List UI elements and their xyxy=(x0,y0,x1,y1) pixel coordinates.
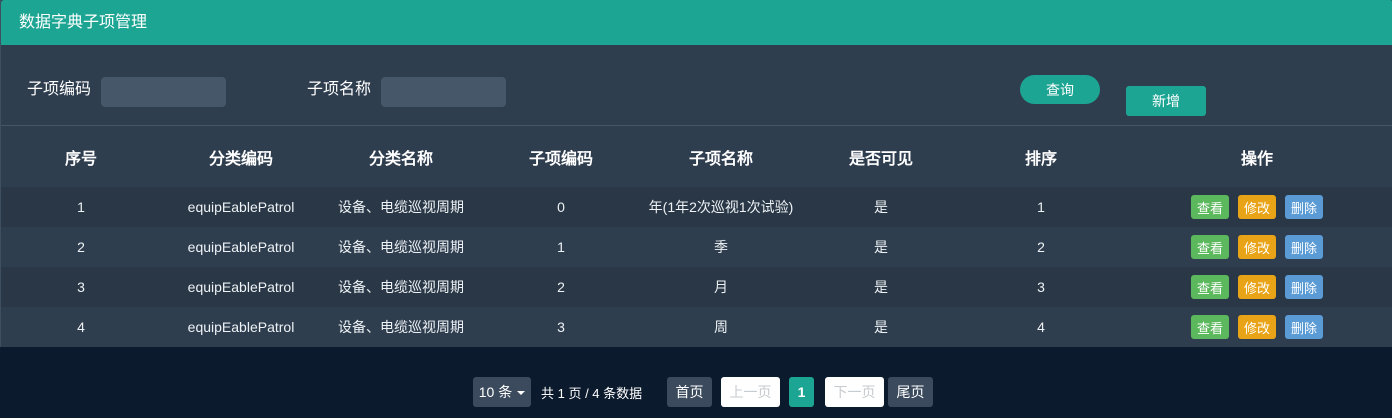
cell-category-name: 设备、电缆巡视周期 xyxy=(338,279,464,295)
pagination-bar: 10 条 共 1 页 / 4 条数据 首页 上一页 1 下一页 尾页 xyxy=(0,347,1392,418)
column-header-item-name: 子项名称 xyxy=(688,150,753,168)
cell-item-code: 2 xyxy=(557,279,565,295)
delete-button[interactable]: 删除 xyxy=(1285,195,1323,219)
table-row: 1 equipEablePatrol 设备、电缆巡视周期 0 年(1年2次巡视1… xyxy=(1,187,1392,227)
item-name-label: 子项名称 xyxy=(307,81,372,98)
cell-category-code: equipEablePatrol xyxy=(187,279,295,295)
cell-index: 4 xyxy=(77,319,85,335)
column-header-item-code: 子项编码 xyxy=(528,150,593,168)
dictionary-item-panel: 数据字典子项管理 子项编码 子项名称 查询 新增 序号 分类编码 分类名称 子项… xyxy=(0,0,1392,347)
item-code-label: 子项编码 xyxy=(27,81,92,98)
cell-sort: 3 xyxy=(1037,279,1045,295)
cell-visible: 是 xyxy=(874,239,888,255)
current-page-button[interactable]: 1 xyxy=(789,377,814,407)
add-button[interactable]: 新增 xyxy=(1126,86,1206,116)
cell-sort: 1 xyxy=(1037,199,1045,215)
cell-category-code: equipEablePatrol xyxy=(187,199,295,215)
delete-button[interactable]: 删除 xyxy=(1285,275,1323,299)
cell-item-name: 季 xyxy=(714,239,728,255)
edit-button[interactable]: 修改 xyxy=(1238,235,1276,259)
query-button[interactable]: 查询 xyxy=(1020,75,1100,104)
cell-item-name: 月 xyxy=(714,279,728,295)
page-size-value: 10 条 xyxy=(478,384,513,400)
view-button[interactable]: 查看 xyxy=(1191,315,1229,339)
cell-actions: 查看 修改 删除 xyxy=(1121,227,1392,267)
cell-item-code: 1 xyxy=(557,239,565,255)
caret-down-icon xyxy=(517,390,526,395)
last-page-button[interactable]: 尾页 xyxy=(888,377,933,407)
cell-item-name: 周 xyxy=(714,319,728,335)
table-row: 4 equipEablePatrol 设备、电缆巡视周期 3 周 是 4 查看 … xyxy=(1,307,1392,347)
cell-category-code: equipEablePatrol xyxy=(187,319,295,335)
next-page-button[interactable]: 下一页 xyxy=(825,377,884,407)
column-header-category-code: 分类编码 xyxy=(208,150,273,168)
item-code-input[interactable] xyxy=(101,77,226,107)
column-header-visible: 是否可见 xyxy=(848,150,913,168)
page-title: 数据字典子项管理 xyxy=(19,14,148,31)
cell-item-code: 0 xyxy=(557,199,565,215)
prev-page-button[interactable]: 上一页 xyxy=(721,377,780,407)
title-bar: 数据字典子项管理 xyxy=(1,0,1392,45)
cell-item-name: 年(1年2次巡视1次试验) xyxy=(648,199,794,215)
column-header-actions: 操作 xyxy=(1240,150,1273,168)
view-button[interactable]: 查看 xyxy=(1191,235,1229,259)
cell-sort: 4 xyxy=(1037,319,1045,335)
delete-button[interactable]: 删除 xyxy=(1285,315,1323,339)
column-header-index: 序号 xyxy=(64,150,97,168)
edit-button[interactable]: 修改 xyxy=(1238,275,1276,299)
view-button[interactable]: 查看 xyxy=(1191,275,1229,299)
table-row: 3 equipEablePatrol 设备、电缆巡视周期 2 月 是 3 查看 … xyxy=(1,267,1392,307)
cell-index: 2 xyxy=(77,239,85,255)
column-header-sort: 排序 xyxy=(1024,150,1057,168)
first-page-button[interactable]: 首页 xyxy=(667,377,712,407)
table-row: 2 equipEablePatrol 设备、电缆巡视周期 1 季 是 2 查看 … xyxy=(1,227,1392,267)
cell-visible: 是 xyxy=(874,279,888,295)
dictionary-item-table: 序号 分类编码 分类名称 子项编码 子项名称 是否可见 排序 操作 1 equi… xyxy=(1,126,1392,347)
cell-category-code: equipEablePatrol xyxy=(187,239,295,255)
edit-button[interactable]: 修改 xyxy=(1238,315,1276,339)
cell-sort: 2 xyxy=(1037,239,1045,255)
table-header: 序号 分类编码 分类名称 子项编码 子项名称 是否可见 排序 操作 xyxy=(1,126,1392,187)
column-header-category-name: 分类名称 xyxy=(368,150,433,168)
delete-button[interactable]: 删除 xyxy=(1285,235,1323,259)
search-form: 子项编码 子项名称 查询 新增 xyxy=(1,45,1392,126)
cell-index: 3 xyxy=(77,279,85,295)
cell-actions: 查看 修改 删除 xyxy=(1121,267,1392,307)
cell-index: 1 xyxy=(77,199,85,215)
edit-button[interactable]: 修改 xyxy=(1238,195,1276,219)
cell-category-name: 设备、电缆巡视周期 xyxy=(338,239,464,255)
cell-visible: 是 xyxy=(874,319,888,335)
cell-category-name: 设备、电缆巡视周期 xyxy=(338,319,464,335)
view-button[interactable]: 查看 xyxy=(1191,195,1229,219)
item-name-input[interactable] xyxy=(381,77,506,107)
cell-actions: 查看 修改 删除 xyxy=(1121,307,1392,347)
cell-visible: 是 xyxy=(874,199,888,215)
app-root: 数据字典子项管理 子项编码 子项名称 查询 新增 序号 分类编码 分类名称 子项… xyxy=(0,0,1392,418)
cell-actions: 查看 修改 删除 xyxy=(1121,187,1392,227)
pagination-summary: 共 1 页 / 4 条数据 xyxy=(541,385,643,401)
page-size-select[interactable]: 10 条 xyxy=(473,377,531,407)
cell-category-name: 设备、电缆巡视周期 xyxy=(338,199,464,215)
cell-item-code: 3 xyxy=(557,319,565,335)
